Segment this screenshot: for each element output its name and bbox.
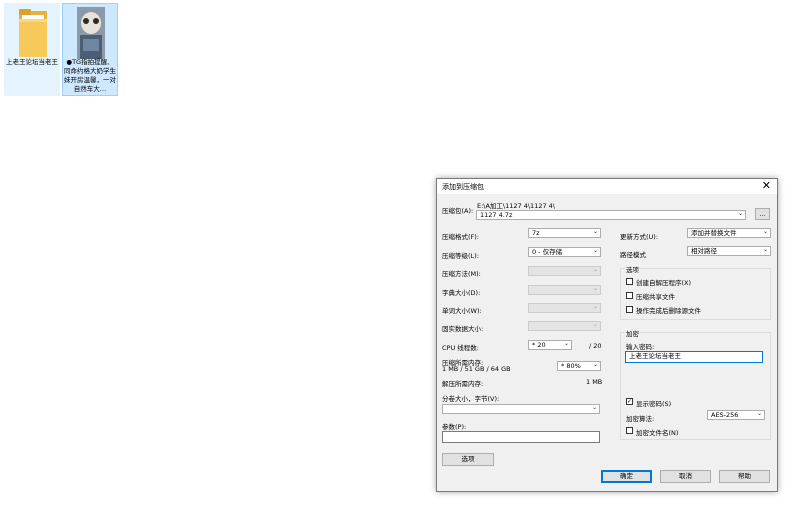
password-label: 输入密码:: [626, 343, 655, 351]
password-input[interactable]: 上老王论坛当老王: [625, 351, 763, 363]
word-select[interactable]: ⌄: [528, 303, 601, 313]
method-label: 压缩方法(M):: [442, 270, 481, 278]
add-to-archive-dialog: 添加到压缩包 ✕ 压缩包(A): E:\A加工\1127 4\1127 4\ 1…: [436, 178, 778, 492]
decompress-memory-value: 1 MB: [586, 378, 603, 386]
chevron-down-icon: ⌄: [592, 228, 598, 235]
delete-after-label: 操作完成后删除源文件: [636, 307, 701, 315]
chevron-down-icon: ⌄: [762, 228, 768, 235]
delete-after-checkbox[interactable]: [626, 306, 633, 313]
options-button[interactable]: 选项: [442, 453, 494, 466]
chevron-down-icon: ⌄: [563, 340, 569, 347]
ok-button[interactable]: 确定: [601, 470, 652, 483]
cpu-threads-select[interactable]: * 20 ⌄: [528, 340, 572, 350]
shared-files-label: 压缩共享文件: [636, 293, 675, 301]
close-icon[interactable]: ✕: [762, 179, 771, 193]
chevron-down-icon: ⌄: [762, 246, 768, 253]
path-mode-select[interactable]: 相对路径 ⌄: [687, 246, 771, 256]
help-button[interactable]: 帮助: [719, 470, 770, 483]
chevron-down-icon: ⌄: [756, 410, 762, 417]
chevron-down-icon: ⌄: [592, 303, 598, 310]
chevron-down-icon: ⌄: [592, 247, 598, 254]
chevron-down-icon: ⌄: [592, 266, 598, 273]
encryption-method-label: 加密算法:: [626, 415, 655, 423]
show-password-label: 显示密码(S): [636, 400, 672, 408]
options-group-title: 选项: [625, 264, 640, 274]
update-mode-label: 更新方式(U):: [620, 233, 659, 241]
encrypt-names-checkbox[interactable]: [626, 427, 633, 434]
memory-percent-select[interactable]: * 80% ⌄: [557, 361, 601, 371]
show-password-checkbox[interactable]: ✓: [626, 398, 633, 405]
method-select[interactable]: ⌄: [528, 266, 601, 276]
format-select[interactable]: 7z ⌄: [528, 228, 601, 238]
path-mode-label: 路径模式: [620, 251, 646, 259]
split-volume-select[interactable]: ⌄: [442, 404, 600, 414]
file-caption: ●TG指拍提醒、同命约格大奶学生妹开房温馨，一对自然车大…: [64, 58, 116, 93]
archive-name-field[interactable]: 1127 4.7z ⌄: [476, 210, 746, 220]
memory-detail: 1 MB / 51 GB / 64 GB: [442, 365, 511, 373]
chevron-down-icon: ⌄: [592, 361, 598, 368]
dict-select[interactable]: ⌄: [528, 285, 601, 295]
image-thumbnail-icon: [77, 7, 105, 59]
dialog-titlebar: 添加到压缩包 ✕: [437, 179, 777, 194]
cpu-total: / 20: [589, 342, 602, 350]
level-select[interactable]: 0 - 仅存储 ⌄: [528, 247, 601, 257]
browse-button[interactable]: ...: [755, 208, 770, 220]
encryption-group-title: 加密: [625, 328, 640, 338]
cancel-button[interactable]: 取消: [660, 470, 711, 483]
chevron-down-icon: ⌄: [592, 321, 598, 328]
level-label: 压缩等级(L):: [442, 252, 479, 260]
desktop-image-item[interactable]: ●TG指拍提醒、同命约格大奶学生妹开房温馨，一对自然车大…: [62, 3, 118, 96]
dict-label: 字典大小(D):: [442, 289, 481, 297]
chevron-down-icon: ⌄: [592, 285, 598, 292]
word-label: 单词大小(W):: [442, 307, 482, 315]
params-input[interactable]: [442, 431, 600, 443]
encrypt-names-label: 加密文件名(N): [636, 429, 679, 437]
params-label: 参数(P):: [442, 423, 467, 431]
folder-icon: [19, 9, 47, 57]
solid-select[interactable]: ⌄: [528, 321, 601, 331]
chevron-down-icon: ⌄: [737, 210, 743, 217]
format-label: 压缩格式(F):: [442, 233, 480, 241]
shared-files-checkbox[interactable]: [626, 292, 633, 299]
decompress-memory-label: 解压所需内存:: [442, 380, 484, 388]
desktop-folder-item[interactable]: 上老王论坛当老王: [4, 3, 60, 96]
cpu-label: CPU 线程数:: [442, 344, 479, 352]
archive-label: 压缩包(A):: [442, 207, 474, 215]
update-mode-select[interactable]: 添加并替换文件 ⌄: [687, 228, 771, 238]
encryption-method-select[interactable]: AES-256 ⌄: [707, 410, 765, 420]
solid-label: 固实数据大小:: [442, 325, 484, 333]
dialog-title: 添加到压缩包: [442, 183, 484, 191]
chevron-down-icon: ⌄: [591, 404, 597, 411]
sfx-label: 创建自解压程序(X): [636, 279, 692, 287]
split-volume-label: 分卷大小，字节(V):: [442, 395, 500, 403]
file-caption: 上老王论坛当老王: [6, 58, 58, 66]
sfx-checkbox[interactable]: [626, 278, 633, 285]
archive-path: E:\A加工\1127 4\1127 4\: [477, 202, 555, 210]
